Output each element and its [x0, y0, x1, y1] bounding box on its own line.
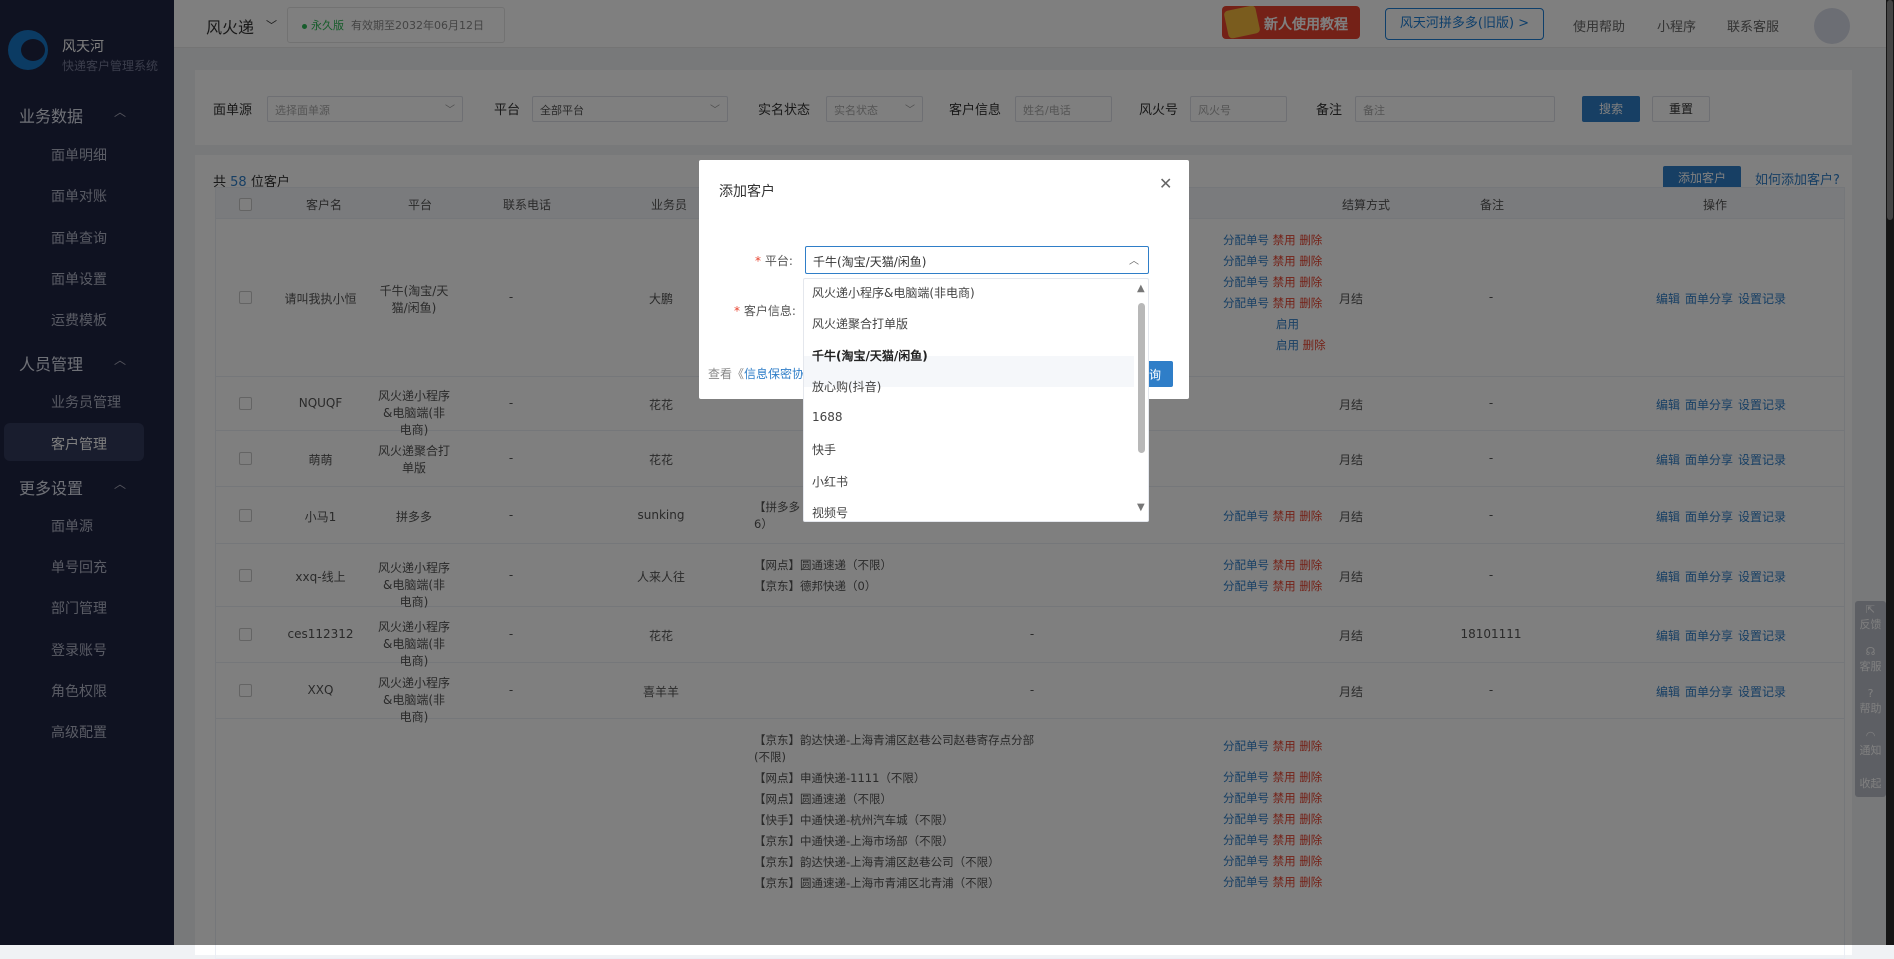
dialog-title: 添加客户	[719, 184, 775, 200]
dropdown-option[interactable]: 小红书	[812, 473, 848, 490]
close-icon[interactable]: ✕	[1159, 174, 1172, 193]
dropdown-option[interactable]: 风火递小程序&电脑端(非电商)	[812, 284, 975, 301]
query-button[interactable]: 询	[1145, 361, 1173, 387]
platform-label: * 平台:	[755, 254, 793, 268]
agreement-text: 查看《信息保密协	[708, 367, 805, 381]
chevron-up-icon: ︿	[1129, 256, 1139, 267]
dropdown-scrollbar[interactable]	[1138, 303, 1145, 453]
dropdown-option[interactable]: 快手	[812, 441, 836, 458]
scroll-down-icon[interactable]: ▼	[1137, 502, 1145, 513]
dropdown-option-selected[interactable]: 千牛(淘宝/天猫/闲鱼)	[812, 347, 928, 364]
dropdown-option[interactable]: 放心购(抖音)	[812, 378, 881, 395]
dropdown-option[interactable]: 风火递聚合打单版	[812, 315, 908, 332]
dropdown-option[interactable]: 1688	[812, 410, 843, 424]
platform-dropdown: 风火递小程序&电脑端(非电商) 风火递聚合打单版 千牛(淘宝/天猫/闲鱼) 放心…	[803, 278, 1149, 522]
scroll-up-icon[interactable]: ▲	[1137, 283, 1145, 294]
agreement-link[interactable]: 信息保密协	[744, 367, 804, 381]
customer-info-label: * 客户信息:	[734, 304, 796, 318]
platform-select[interactable]: 千牛(淘宝/天猫/闲鱼) ︿	[805, 246, 1149, 274]
dropdown-option[interactable]: 视频号	[812, 504, 848, 521]
